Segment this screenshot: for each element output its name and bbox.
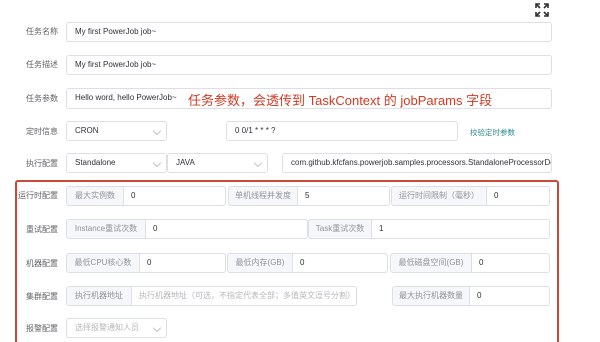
concurrency-label: 单机线程并发度: [228, 186, 298, 206]
job-params-annotation: 任务参数，会透传到 TaskContext 的 jobParams 字段: [188, 93, 493, 108]
worker-address-input[interactable]: 执行机器地址（可选，不指定代表全部；多值英文逗号分割）: [132, 286, 357, 306]
chevron-down-icon: [152, 323, 162, 333]
chevron-down-icon: [253, 158, 263, 168]
machine-label: 机器配置: [26, 259, 58, 268]
min-disk-label: 最低磁盘空间(GB): [390, 253, 472, 273]
alarm-label: 报警配置: [26, 324, 58, 333]
job-params-value: Hello word, hello PowerJob~: [75, 93, 177, 102]
concurrency-input[interactable]: 5: [298, 186, 390, 206]
schedule-type-select[interactable]: CRON: [66, 121, 167, 141]
job-name-input[interactable]: My first PowerJob job~: [66, 22, 552, 42]
job-description-label: 任务描述: [26, 60, 58, 69]
time-limit-input[interactable]: 0: [487, 186, 550, 206]
chevron-down-icon: [152, 126, 162, 136]
schedule-type-value: CRON: [75, 126, 99, 135]
job-name-label: 任务名称: [26, 27, 58, 36]
min-memory-input[interactable]: 0: [293, 253, 388, 273]
processor-type-value: JAVA: [176, 158, 195, 167]
chevron-down-icon: [152, 158, 162, 168]
job-description-input[interactable]: My first PowerJob job~: [66, 55, 552, 75]
instance-retry-label: Instance重试次数: [66, 219, 146, 239]
job-params-label: 任务参数: [26, 94, 58, 103]
execute-mode-select[interactable]: Standalone: [66, 153, 167, 173]
cron-expression-input[interactable]: 0 0/1 * * * ?: [226, 121, 458, 141]
min-memory-label: 最低内存(GB): [227, 253, 293, 273]
max-workers-input[interactable]: 0: [470, 286, 550, 306]
max-instance-label: 最大实例数: [66, 186, 124, 206]
alarm-receiver-placeholder: 选择报警通知人员: [75, 323, 139, 332]
schedule-label: 定时信息: [26, 127, 58, 136]
min-cpu-input[interactable]: 0: [140, 253, 226, 273]
max-instance-input[interactable]: 0: [124, 186, 226, 206]
cluster-label: 集群配置: [26, 292, 58, 301]
processor-type-select[interactable]: JAVA: [167, 153, 268, 173]
max-workers-label: 最大执行机器数量: [392, 286, 470, 306]
execute-label: 执行配置: [26, 159, 58, 168]
task-retry-input[interactable]: 1: [372, 219, 550, 239]
processor-info-input[interactable]: com.github.kfcfans.powerjob.samples.proc…: [282, 153, 552, 173]
min-disk-input[interactable]: 0: [472, 253, 550, 273]
retry-label: 重试配置: [26, 225, 58, 234]
execute-mode-value: Standalone: [75, 158, 116, 167]
time-limit-label: 运行时间限制（毫秒）: [391, 186, 487, 206]
min-cpu-label: 最低CPU核心数: [66, 253, 140, 273]
runtime-label: 运行时配置: [18, 191, 58, 200]
instance-retry-input[interactable]: 0: [146, 219, 308, 239]
worker-address-label: 执行机器地址: [66, 286, 132, 306]
validate-cron-link[interactable]: 校验定时参数: [470, 127, 515, 138]
task-retry-label: Task重试次数: [308, 219, 372, 239]
alarm-receiver-select[interactable]: 选择报警通知人员: [66, 318, 167, 338]
expand-icon[interactable]: [534, 2, 550, 18]
